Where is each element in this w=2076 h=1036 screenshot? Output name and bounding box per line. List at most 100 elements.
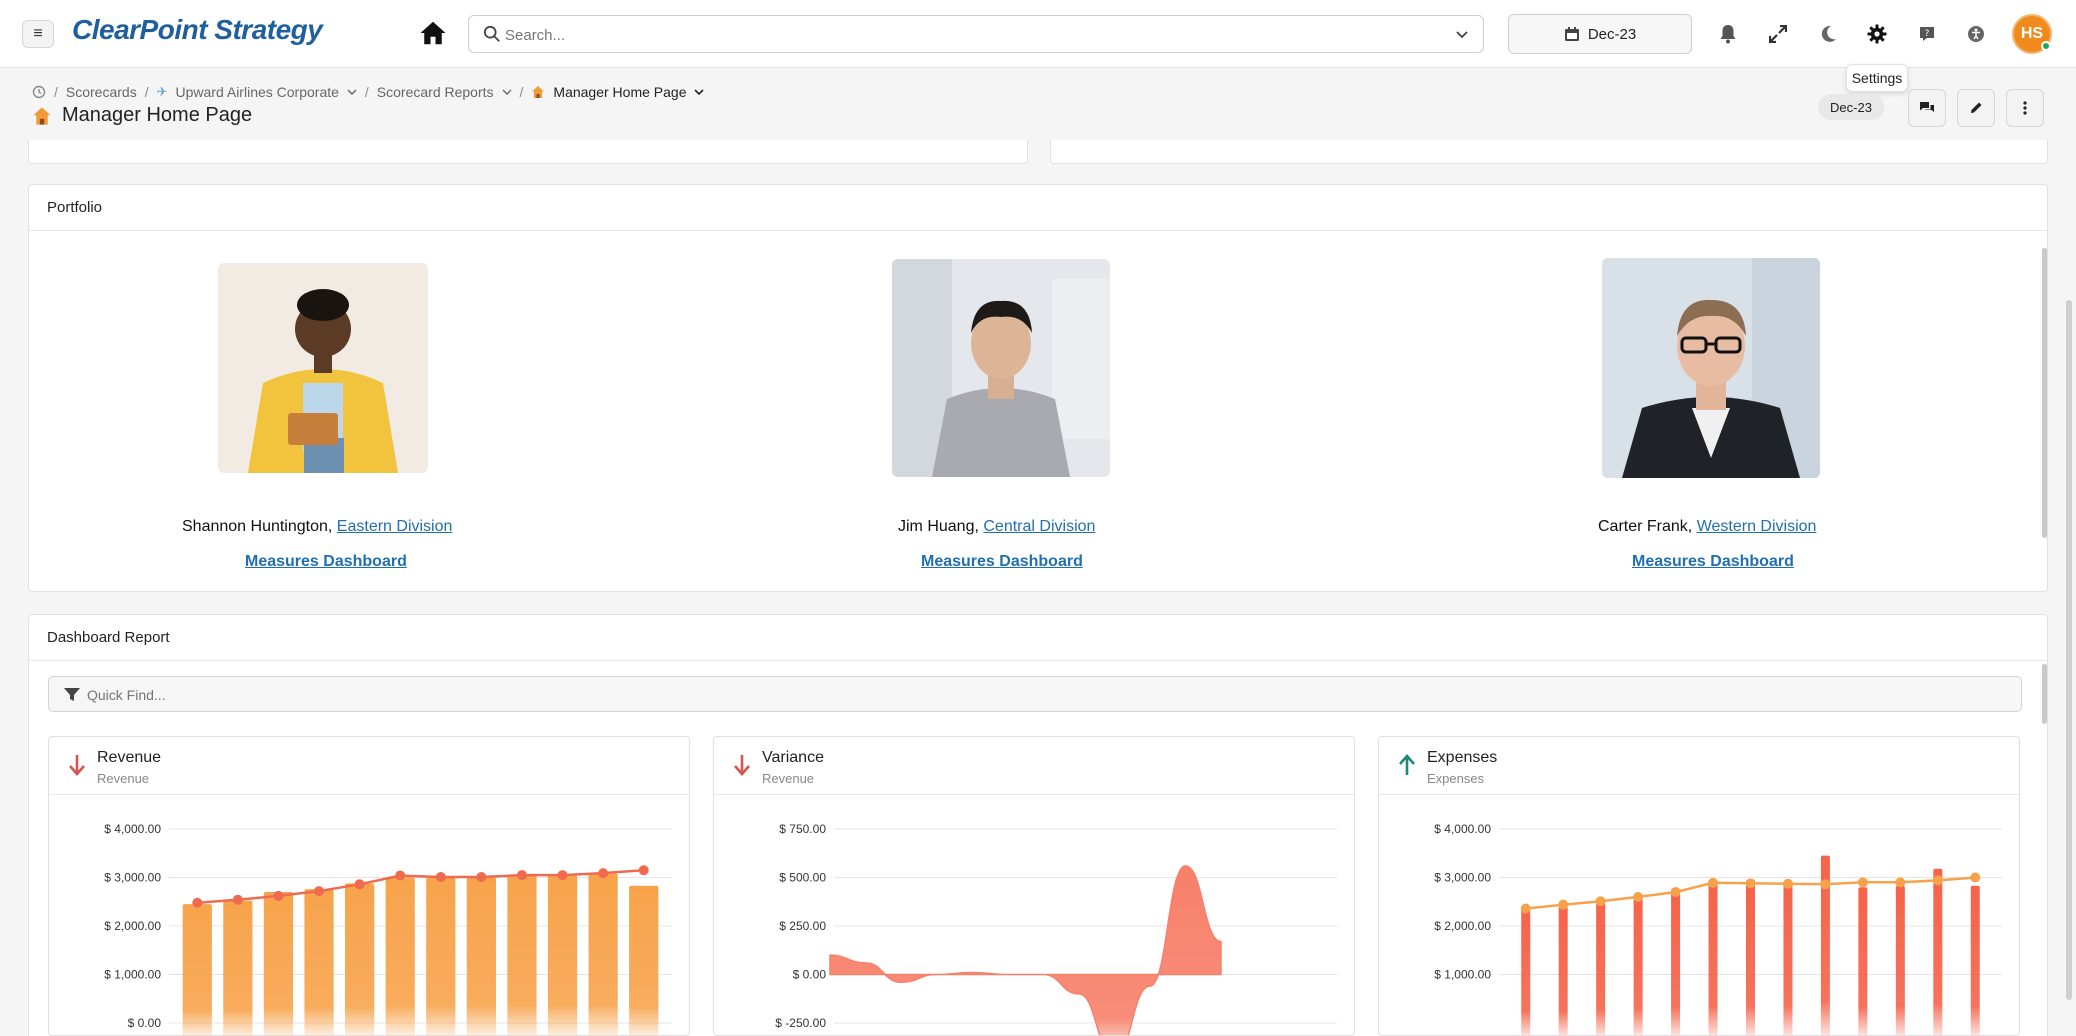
bar (385, 877, 415, 1035)
card-subtitle: Expenses (1427, 771, 1485, 786)
home-icon[interactable] (418, 18, 448, 48)
breadcrumb-current[interactable]: Manager Home Page (553, 84, 686, 100)
bar (1708, 882, 1718, 1035)
data-point (516, 870, 527, 881)
portrait-photo-jim (892, 259, 1110, 477)
bar (426, 877, 456, 1035)
person-line-jim: Jim Huang, Central Division (898, 518, 1096, 535)
bar (1521, 907, 1531, 1035)
division-link-western[interactable]: Western Division (1697, 518, 1817, 535)
revenue-chart: $ 4,000.00 $ 3,000.00 $ 2,000.00 $ 1,000.00… (104, 822, 672, 1035)
help-question-icon[interactable]: ? (1915, 22, 1939, 46)
division-link-eastern[interactable]: Eastern Division (337, 518, 453, 535)
notifications-bell-icon[interactable] (1716, 22, 1740, 46)
hamburger-menu-icon[interactable]: ≡ (22, 20, 54, 48)
dark-mode-moon-icon[interactable] (1816, 22, 1840, 46)
card-title: Revenue (97, 749, 162, 766)
measures-dashboard-link-jim[interactable]: Measures Dashboard (921, 553, 1083, 571)
search-input[interactable] (505, 24, 1425, 46)
division-link-central[interactable]: Central Division (983, 518, 1095, 535)
variance-chart: $ 750.00 $ 500.00 $ 250.00 $ 0.00 $ -250.00 (775, 822, 1337, 1035)
data-point (395, 870, 406, 881)
bar (182, 904, 212, 1035)
card-subtitle: Revenue (97, 771, 150, 786)
bar (629, 885, 659, 1035)
y-tick-label: $ 250.00 (779, 919, 826, 933)
y-tick-label: $ 4,000.00 (1434, 822, 1491, 836)
portfolio-scrollbar[interactable] (2042, 248, 2047, 538)
data-point (598, 868, 609, 879)
bar (1783, 880, 1793, 1035)
bar (1933, 868, 1943, 1035)
breadcrumb-reports[interactable]: Scorecard Reports (377, 84, 494, 100)
page-scrollbar[interactable] (2066, 300, 2072, 1000)
comments-button[interactable] (1908, 89, 1946, 127)
data-point (232, 894, 243, 905)
bar (466, 877, 496, 1035)
calendar-icon (1564, 27, 1579, 41)
area-series (829, 865, 1222, 1035)
breadcrumb-corporate[interactable]: Upward Airlines Corporate (176, 84, 339, 100)
data-point (1633, 891, 1644, 902)
data-point (192, 897, 203, 908)
history-icon[interactable] (32, 85, 46, 99)
measure-card-revenue[interactable]: Revenue Revenue $ 4,000.00 $ 3,000.00 $ 2,… (48, 736, 690, 1036)
card-header: Variance Revenue (714, 737, 1354, 795)
data-point (1820, 879, 1831, 890)
y-tick-label: $ 0.00 (128, 1016, 162, 1030)
pencil-icon (1971, 102, 1982, 113)
dashboard-scrollbar[interactable] (2042, 664, 2047, 724)
card-header: Expenses Expenses (1379, 737, 2019, 795)
settings-gear-icon[interactable] (1865, 22, 1889, 46)
bar (304, 889, 334, 1035)
chevron-down-icon[interactable] (694, 87, 705, 97)
app-logo[interactable]: ClearPoint Strategy (72, 14, 323, 46)
card-title: Variance (762, 749, 824, 766)
chevron-down-icon[interactable] (1455, 28, 1469, 42)
page-title: Manager Home Page (32, 104, 252, 127)
bar (1970, 885, 1980, 1035)
y-tick-label: $ 500.00 (779, 871, 826, 885)
quick-find-input[interactable] (87, 685, 987, 705)
dashboard-report-title: Dashboard Report (29, 615, 2047, 661)
data-point (314, 886, 325, 897)
top-bar: ≡ ClearPoint Strategy Dec-23 (0, 0, 2076, 68)
data-point (1895, 877, 1906, 888)
y-tick-label: $ 0.00 (793, 968, 827, 982)
data-point (435, 872, 446, 883)
measures-dashboard-link-shannon[interactable]: Measures Dashboard (245, 553, 407, 571)
breadcrumb-scorecards[interactable]: Scorecards (66, 84, 137, 100)
data-point (1932, 875, 1943, 886)
accessibility-icon[interactable] (1964, 22, 1988, 46)
trend-down-arrow-icon (734, 755, 750, 776)
vertical-dots-icon (2023, 101, 2027, 115)
chevron-down-icon[interactable] (347, 87, 357, 97)
global-search[interactable] (468, 15, 1484, 53)
data-point (1670, 887, 1681, 898)
bar (1858, 887, 1868, 1035)
portfolio-title: Portfolio (29, 185, 2047, 231)
y-tick-label: $ 3,000.00 (104, 871, 161, 885)
edit-button[interactable] (1957, 89, 1995, 127)
period-selector-button[interactable]: Dec-23 (1508, 14, 1692, 54)
measure-card-variance[interactable]: Variance Revenue $ 750.00 $ 500.00 $ 250.0… (713, 736, 1355, 1036)
chevron-down-icon[interactable] (502, 87, 512, 97)
user-avatar[interactable]: HS (2012, 14, 2052, 54)
data-point (557, 870, 568, 881)
more-options-button[interactable] (2006, 89, 2044, 127)
measure-card-expenses[interactable]: Expenses Expenses $ 4,000.00 $ 3,000.00 $ … (1378, 736, 2020, 1036)
data-point (1558, 899, 1569, 910)
bar (1558, 906, 1568, 1035)
y-tick-label: $ 1,000.00 (1434, 968, 1491, 982)
expenses-chart: $ 4,000.00 $ 3,000.00 $ 2,000.00 $ 1,000.00 (1434, 822, 2002, 1035)
bar (588, 873, 618, 1035)
bar (263, 892, 294, 1035)
bar (547, 875, 578, 1035)
expand-fullscreen-icon[interactable] (1766, 22, 1790, 46)
filter-icon (64, 688, 80, 701)
measures-dashboard-link-carter[interactable]: Measures Dashboard (1632, 553, 1794, 571)
house-icon (33, 106, 51, 125)
quick-find-field[interactable] (48, 676, 2022, 712)
data-point (1857, 877, 1868, 888)
card-header: Revenue Revenue (49, 737, 689, 795)
